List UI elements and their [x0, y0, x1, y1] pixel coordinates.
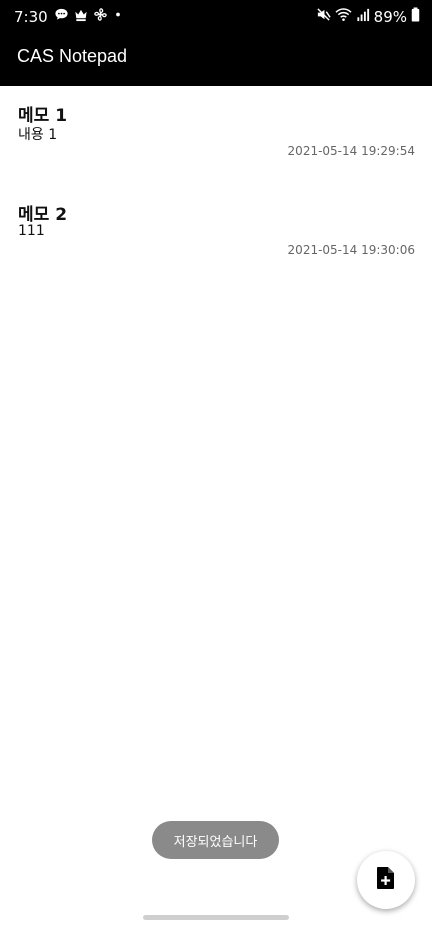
mute-icon — [312, 7, 331, 26]
memo-content: 내용 1 — [18, 127, 58, 143]
signal-icon — [352, 7, 370, 26]
memo-content: 111 — [18, 223, 45, 239]
add-note-icon — [375, 866, 397, 894]
toast-message: 저장되었습니다 — [152, 821, 279, 859]
memo-list: 메모 1 내용 1 2021-05-14 19:29:54 메모 2 111 2… — [0, 86, 432, 284]
crown-icon — [73, 7, 89, 26]
dot-icon — [112, 7, 124, 26]
add-memo-button[interactable] — [357, 851, 415, 909]
battery-icon — [407, 7, 420, 26]
wifi-icon — [331, 7, 352, 26]
chat-bubble-icon — [54, 7, 69, 26]
memo-timestamp: 2021-05-14 19:29:54 — [287, 144, 415, 158]
memo-title: 메모 1 — [18, 106, 68, 126]
status-left: 7:30 — [14, 7, 128, 26]
status-time: 7:30 — [14, 7, 48, 26]
battery-percentage: 89% — [373, 7, 407, 26]
screen: 7:30 89% CAS Notepad 메모 1 내용 1 2021-05-1… — [0, 0, 432, 926]
navigation-handle[interactable] — [143, 915, 289, 920]
app-bar: CAS Notepad — [0, 34, 432, 86]
app-title: CAS Notepad — [17, 46, 128, 66]
memo-item[interactable]: 메모 1 내용 1 2021-05-14 19:29:54 — [0, 86, 432, 185]
status-right: 89% — [312, 7, 420, 26]
memo-timestamp: 2021-05-14 19:30:06 — [287, 243, 415, 257]
status-bar: 7:30 89% — [0, 0, 432, 34]
fan-icon — [93, 7, 108, 26]
memo-title: 메모 2 — [18, 205, 68, 225]
memo-item[interactable]: 메모 2 111 2021-05-14 19:30:06 — [0, 185, 432, 284]
